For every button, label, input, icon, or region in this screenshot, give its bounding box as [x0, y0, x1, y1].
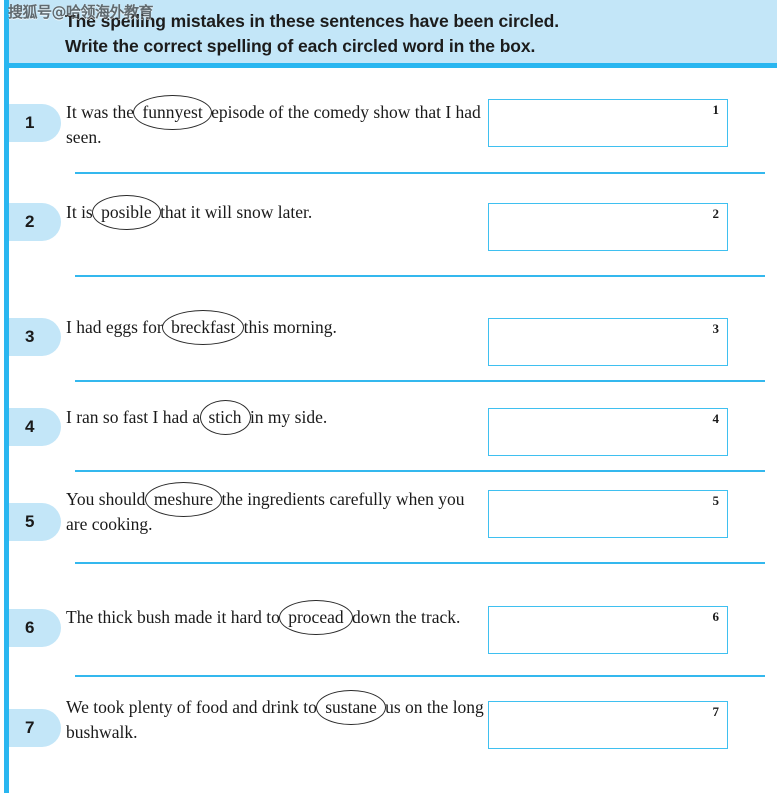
question-sentence: You should meshure the ingredients caref… [66, 482, 486, 537]
mark-number: 2 [712, 206, 720, 221]
row-separator [75, 380, 765, 382]
mark-number: 1 [712, 102, 720, 117]
sentence-text-after: down the track. [347, 607, 461, 627]
question-sentence: It was the funnyest episode of the comed… [66, 95, 486, 150]
mark-number: 3 [712, 321, 720, 336]
instructions-line-2: Write the correct spelling of each circl… [65, 36, 536, 56]
sentence-text-after: that it will snow later. [155, 202, 313, 222]
row-separator [75, 562, 765, 564]
question-sentence: We took plenty of food and drink to sust… [66, 690, 486, 745]
circled-misspelled-word: sustane [316, 690, 386, 725]
instructions-header: The spelling mistakes in these sentences… [9, 0, 777, 68]
sentence-text-after: in my side. [245, 407, 328, 427]
answer-input-box[interactable]: 6 [488, 606, 728, 654]
question-number-badge: 2 [9, 203, 61, 241]
mark-number: 4 [712, 411, 720, 426]
row-separator [75, 275, 765, 277]
sentence-text-before: It is [66, 202, 98, 222]
answer-input-box[interactable]: 7 [488, 701, 728, 749]
question-number-badge: 4 [9, 408, 61, 446]
question-number-badge: 5 [9, 503, 61, 541]
question-sentence: The thick bush made it hard to procead d… [66, 600, 486, 635]
sentence-text-before: You should [66, 489, 150, 509]
circled-misspelled-word: procead [279, 600, 354, 635]
sentence-text-before: The thick bush made it hard to [66, 607, 285, 627]
instructions-text: The spelling mistakes in these sentences… [65, 9, 755, 59]
answer-input-box[interactable]: 1 [488, 99, 728, 147]
instructions-line-1: The spelling mistakes in these sentences… [65, 11, 560, 31]
circled-misspelled-word: stich [199, 400, 251, 435]
sentence-text-before: We took plenty of food and drink to [66, 697, 322, 717]
sentence-text-before: I ran so fast I had a [66, 407, 205, 427]
answer-input-box[interactable]: 3 [488, 318, 728, 366]
question-sentence: It is posible that it will snow later. [66, 195, 486, 230]
circled-misspelled-word: posible [92, 195, 161, 230]
answer-input-box[interactable]: 4 [488, 408, 728, 456]
circled-misspelled-word: funnyest [133, 95, 213, 130]
question-number-badge: 6 [9, 609, 61, 647]
question-sentence: I had eggs for breckfast this morning. [66, 310, 486, 345]
mark-number: 7 [712, 704, 720, 719]
answer-input-box[interactable]: 2 [488, 203, 728, 251]
question-sentence: I ran so fast I had a stich in my side. [66, 400, 486, 435]
worksheet-page: The spelling mistakes in these sentences… [0, 0, 777, 793]
question-number-badge: 7 [9, 709, 61, 747]
question-number-badge: 1 [9, 104, 61, 142]
answer-input-box[interactable]: 5 [488, 490, 728, 538]
sentence-text-after: this morning. [239, 317, 337, 337]
row-separator [75, 675, 765, 677]
circled-misspelled-word: breckfast [162, 310, 245, 345]
row-separator [75, 172, 765, 174]
row-separator [75, 470, 765, 472]
question-number-badge: 3 [9, 318, 61, 356]
mark-number: 5 [712, 493, 720, 508]
mark-number: 6 [712, 609, 720, 624]
sentence-text-before: It was the [66, 102, 139, 122]
sentence-text-before: I had eggs for [66, 317, 168, 337]
circled-misspelled-word: meshure [144, 482, 223, 517]
